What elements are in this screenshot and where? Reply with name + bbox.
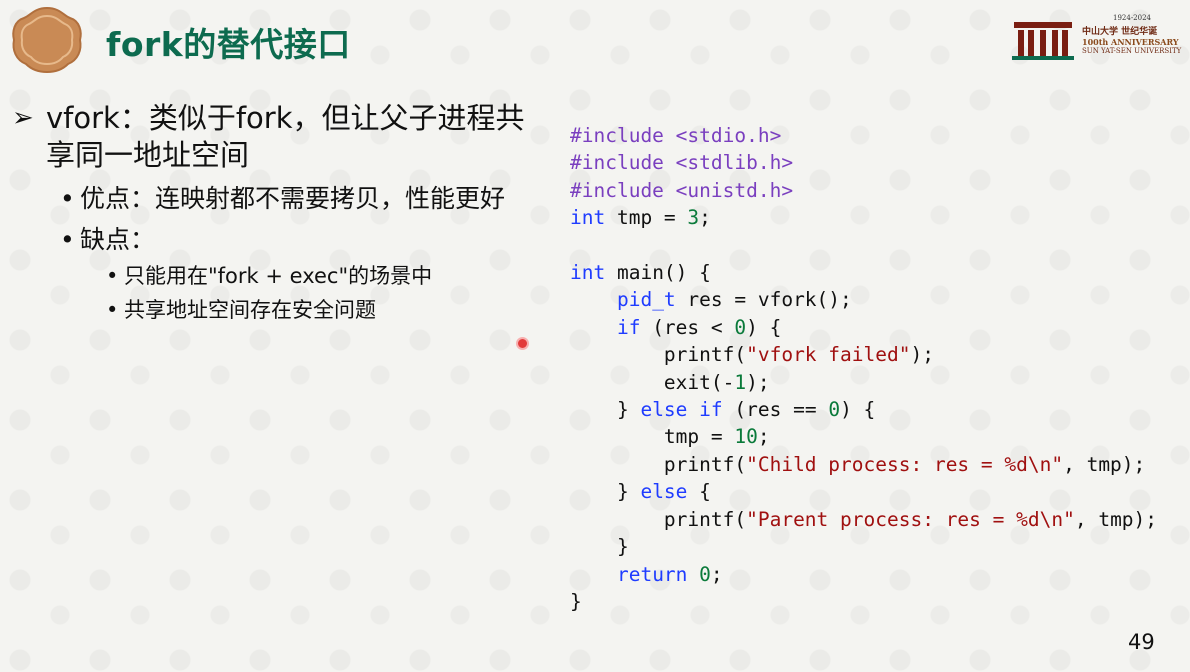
university-name-en: SUN YAT-SEN UNIVERSITY — [1082, 47, 1182, 55]
code-line: } else if (res == 0) { — [570, 398, 876, 422]
bullet-con: • 缺点： — [12, 223, 542, 256]
code-line: pid_t res = vfork(); — [616, 288, 852, 312]
university-name-cn: 中山大学 世纪华诞 — [1082, 27, 1158, 37]
code-line: printf("Child process: res = %d\n", tmp)… — [570, 452, 1146, 476]
code-line: if (res < 0) { — [616, 315, 782, 339]
dot-bullet-icon: • — [106, 264, 119, 288]
bullet-list: ➢ vfork：类似于fork，但让父子进程共享同一地址空间 • 优点：连映射都… — [12, 100, 542, 324]
code-line: exit(-1); — [570, 370, 770, 394]
badge-logo-icon — [12, 6, 82, 74]
arrow-bullet-icon: ➢ — [12, 103, 34, 133]
university-years: 1924-2024 — [1113, 14, 1151, 22]
code-line: #include <unistd.h> — [570, 178, 794, 202]
bullet-con-text: 缺点： — [80, 225, 156, 254]
laser-pointer-icon — [516, 337, 529, 350]
code-line: printf("vfork failed"); — [570, 343, 934, 367]
university-logo: 1924-2024 中山大学 世纪华诞 100th ANNIVERSARY SU… — [1012, 14, 1182, 64]
bullet-con-item: • 共享地址空间存在安全问题 — [12, 296, 542, 324]
bullet-pro-text: 优点：连映射都不需要拷贝，性能更好 — [80, 184, 506, 213]
university-anniversary: 100th ANNIVERSARY — [1082, 37, 1179, 47]
code-line: } else { — [570, 480, 711, 504]
code-line: tmp = 10; — [570, 425, 770, 449]
bullet-con-item-text: 共享地址空间存在安全问题 — [124, 298, 376, 322]
dot-bullet-icon: • — [60, 184, 75, 213]
code-block: #include <stdio.h> #include <stdlib.h> #… — [570, 122, 1157, 615]
code-line: } — [570, 589, 582, 613]
code-line: printf("Parent process: res = %d\n", tmp… — [570, 507, 1158, 531]
code-line: int tmp = 3; — [570, 206, 711, 230]
dot-bullet-icon: • — [60, 225, 75, 254]
code-line: return 0; — [616, 562, 723, 586]
bullet-con-item-text: 只能用在"fork + exec"的场景中 — [124, 264, 433, 288]
code-line: #include <stdlib.h> — [570, 151, 794, 175]
page-number: 49 — [1128, 630, 1155, 654]
bullet-con-item: • 只能用在"fork + exec"的场景中 — [12, 262, 542, 290]
page-title: fork的替代接口 — [106, 25, 351, 64]
code-line: int main() { — [570, 261, 711, 285]
code-line: } — [570, 535, 629, 559]
bullet-pro: • 优点：连映射都不需要拷贝，性能更好 — [12, 182, 542, 215]
bullet-main-text: vfork：类似于fork，但让父子进程共享同一地址空间 — [46, 101, 525, 172]
code-line: #include <stdio.h> — [570, 124, 782, 147]
dot-bullet-icon: • — [106, 298, 119, 322]
university-gate-icon — [1012, 22, 1074, 60]
bullet-main: ➢ vfork：类似于fork，但让父子进程共享同一地址空间 — [12, 100, 542, 174]
